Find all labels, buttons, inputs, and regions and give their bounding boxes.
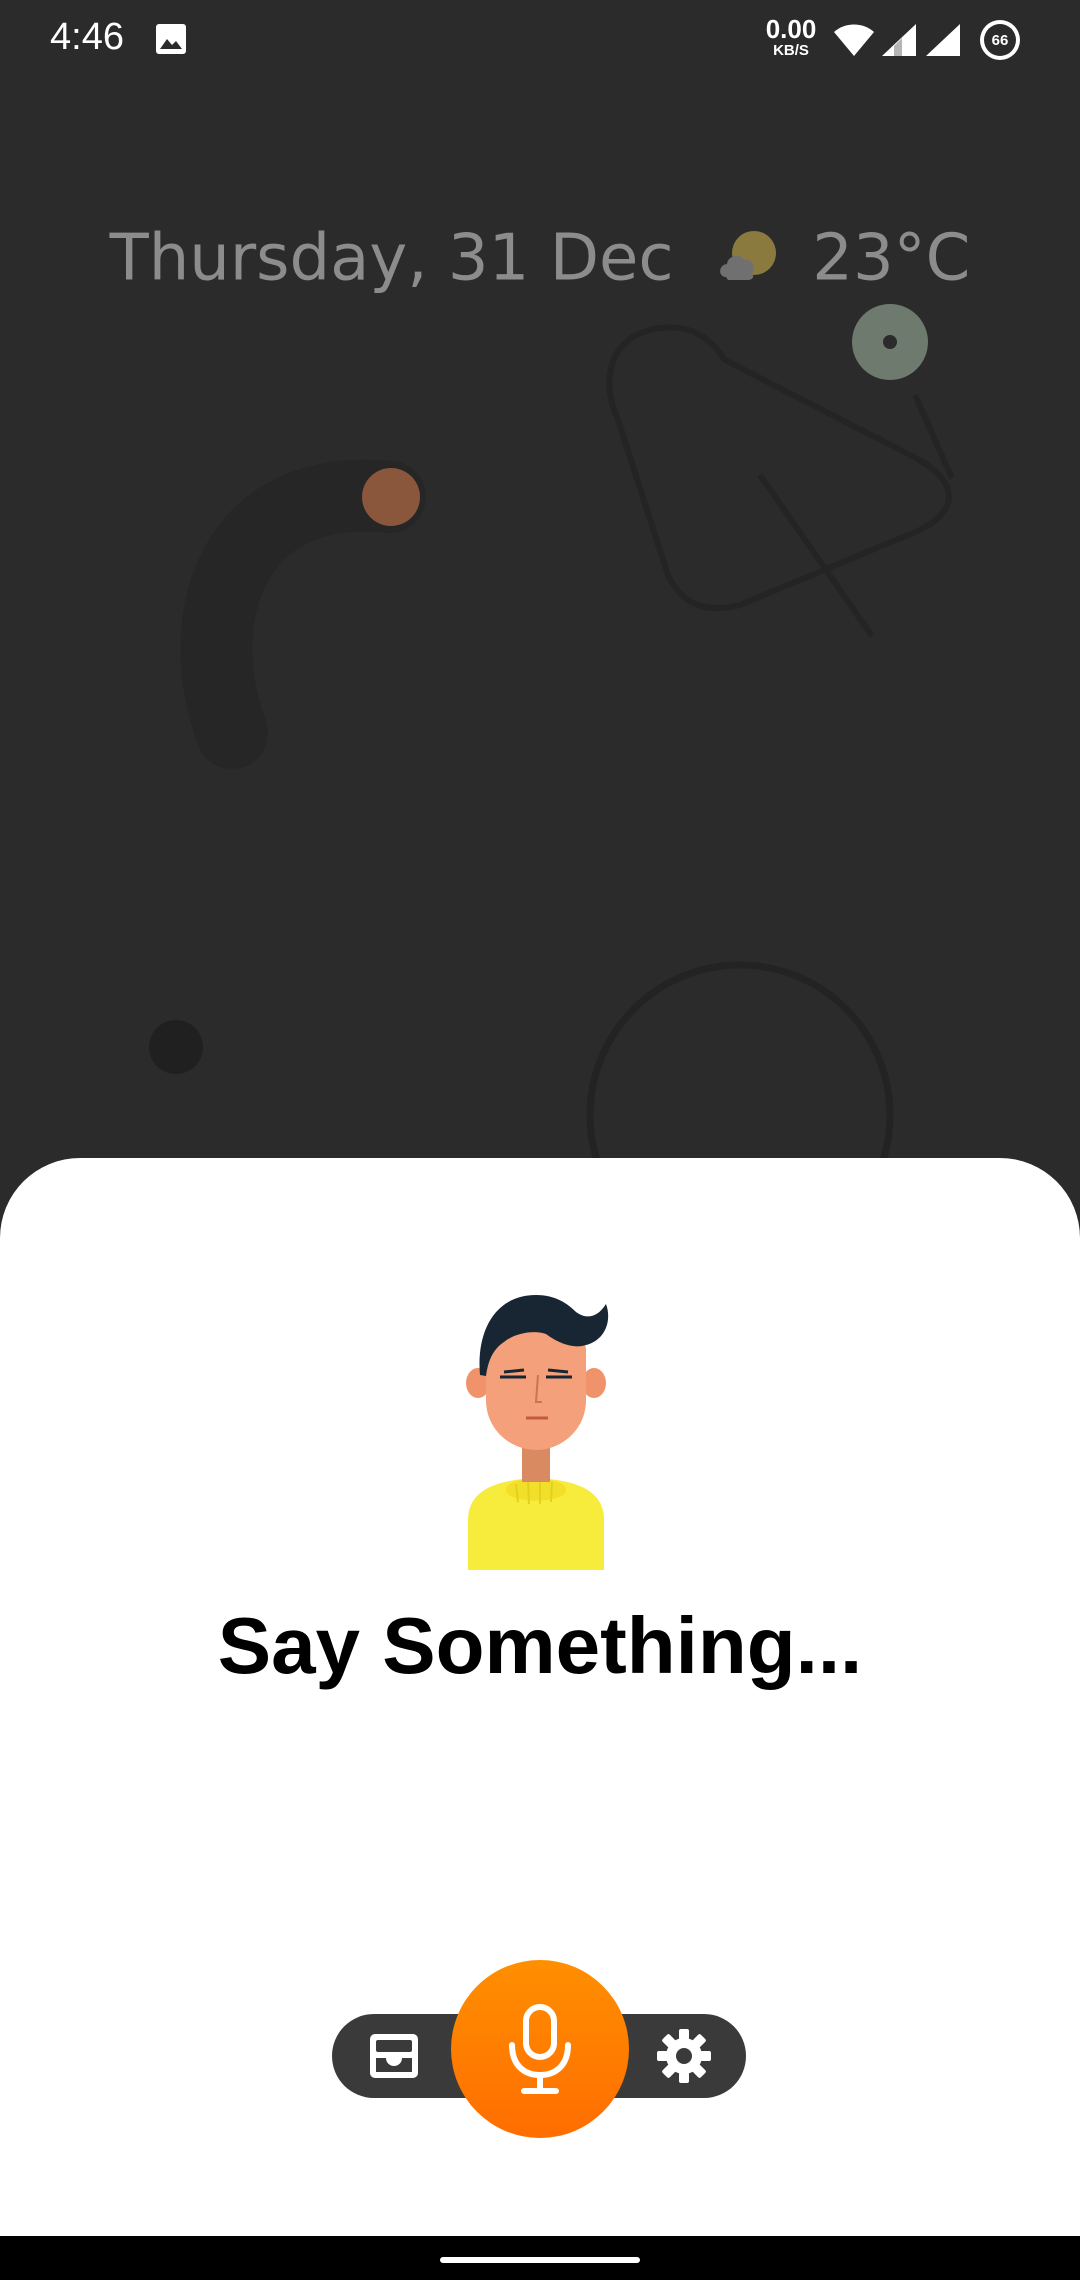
- home-handle[interactable]: [440, 2257, 640, 2263]
- arc-shape: [180, 459, 426, 769]
- status-bar: 4:46 0.00 KB/S 66: [0, 0, 1080, 80]
- avatar-illustration: [466, 1295, 609, 1570]
- status-time: 4:46: [50, 16, 124, 58]
- settings-icon: [657, 2029, 711, 2083]
- popsicle-stick-2: [912, 393, 955, 480]
- inbox-icon: [370, 2034, 418, 2078]
- green-dot-center: [883, 335, 897, 349]
- network-speed-value: 0.00: [765, 14, 817, 44]
- signal-icon: [882, 24, 916, 56]
- signal-icon: [926, 24, 960, 56]
- network-speed-unit: KB/S: [773, 42, 809, 59]
- gallery-icon: [156, 24, 186, 54]
- inbox-button[interactable]: [360, 2024, 428, 2088]
- prompt-text: Say Something...: [217, 1601, 863, 1690]
- temperature-text: 23°C: [812, 221, 971, 296]
- small-dark-dot: [149, 1020, 203, 1074]
- battery-level: 66: [984, 24, 1016, 56]
- wifi-icon: [834, 24, 874, 56]
- mic-button[interactable]: [451, 1960, 629, 2138]
- settings-button[interactable]: [650, 2024, 718, 2088]
- date-weather-widget[interactable]: Thursday, 31 Dec 23°C: [0, 218, 1080, 295]
- mic-icon: [509, 2004, 571, 2094]
- wallpaper-decoration: [149, 304, 955, 1200]
- date-text: Thursday, 31 Dec: [109, 221, 674, 296]
- partly-cloudy-icon: [720, 231, 776, 281]
- battery-icon: 66: [980, 20, 1020, 60]
- network-speed: 0.00 KB/S: [756, 16, 826, 58]
- screen: 4:46 0.00 KB/S 66 Thursday, 31 Dec 23°C …: [0, 0, 1080, 2280]
- orange-dot: [362, 468, 420, 526]
